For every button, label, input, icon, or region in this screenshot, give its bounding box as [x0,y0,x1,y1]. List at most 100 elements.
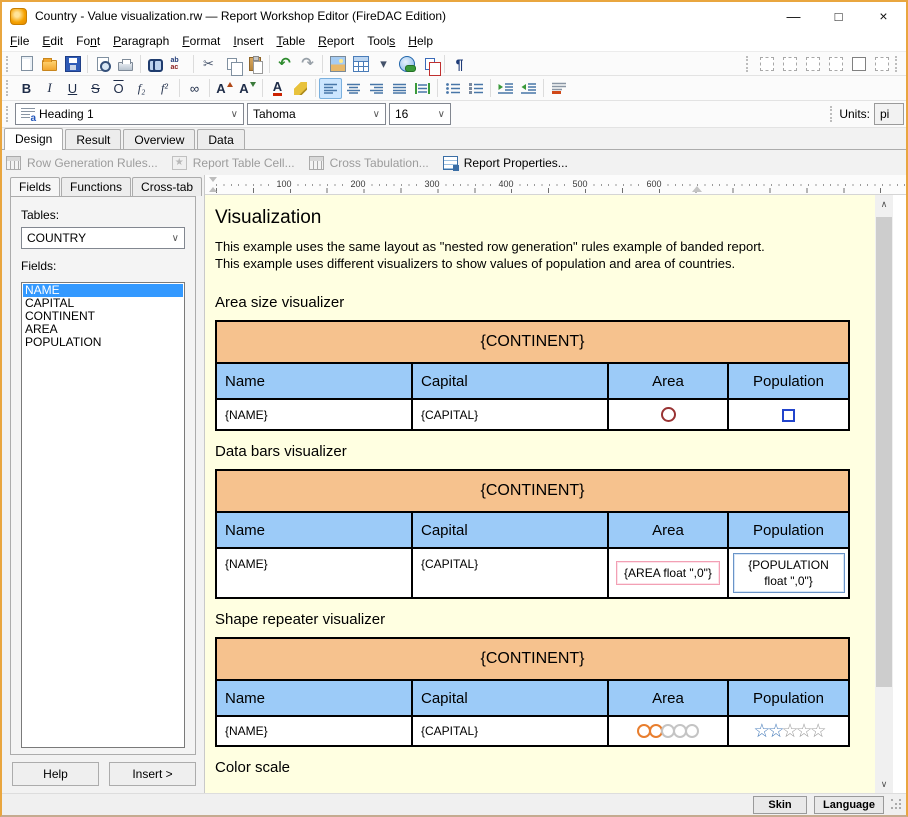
fit-width-button[interactable] [411,78,434,99]
toolbar-grip[interactable] [6,106,11,122]
language-button[interactable]: Language [814,796,884,814]
population-size-visualizer-cell[interactable] [728,399,849,430]
header-cell-capital[interactable]: Capital [412,680,608,716]
right-indent-marker[interactable] [692,186,702,192]
population-data-bar-cell[interactable]: {POPULATION float ",0"} [728,548,849,598]
redo-button[interactable]: ↷ [296,53,319,74]
underline-button[interactable]: U [61,78,84,99]
menu-insert[interactable]: Insert [233,31,272,51]
font-name-combo[interactable]: Tahoma ∨ [247,103,386,125]
header-cell-population[interactable]: Population [728,512,849,548]
close-button[interactable]: × [861,2,906,30]
subscript-button[interactable]: f₂ [130,78,153,99]
new-document-button[interactable] [15,53,38,74]
copy-special-button[interactable] [418,53,441,74]
toolbar-grip[interactable] [895,56,900,72]
paragraph-shading-button[interactable] [547,78,570,99]
border-preset-5-button[interactable] [847,53,870,74]
toolbar-grip[interactable] [830,106,835,122]
scroll-down-button[interactable]: ∨ [875,775,893,793]
border-preset-3-button[interactable] [801,53,824,74]
header-cell-name[interactable]: Name [216,363,412,399]
border-preset-6-button[interactable] [870,53,893,74]
shape-repeater-table[interactable]: {CONTINENT} Name Capital Area Population… [215,637,850,747]
row-generation-rules-button[interactable]: Row Generation Rules... [6,156,158,170]
doc-heading-data-bars[interactable]: Data bars visualizer [215,443,875,460]
cut-button[interactable]: ✂ [197,53,220,74]
doc-intro-line-2[interactable]: This example uses different visualizers … [215,255,875,272]
maximize-button[interactable]: □ [816,2,861,30]
italic-button[interactable]: I [38,78,61,99]
undo-button[interactable]: ↶ [273,53,296,74]
header-cell-population[interactable]: Population [728,680,849,716]
print-preview-button[interactable] [91,53,114,74]
paragraph-style-combo[interactable]: a Heading 1 ∨ [15,103,244,125]
data-cell-name[interactable]: {NAME} [216,548,412,598]
area-size-table[interactable]: {CONTINENT} Name Capital Area Population… [215,320,850,431]
data-cell-capital[interactable]: {CAPITAL} [412,548,608,598]
open-button[interactable] [38,53,61,74]
tab-fields[interactable]: Fields [10,177,60,197]
print-button[interactable] [114,53,137,74]
grow-font-button[interactable]: A [213,78,236,99]
continent-group-cell[interactable]: {CONTINENT} [216,638,849,680]
header-cell-area[interactable]: Area [608,680,728,716]
doc-heading-area-size[interactable]: Area size visualizer [215,294,875,311]
report-properties-button[interactable]: Report Properties... [443,156,568,170]
document-page[interactable]: Visualization This example uses the same… [205,195,875,793]
bold-button[interactable]: B [15,78,38,99]
tab-cross-tab[interactable]: Cross-tab [132,177,202,196]
show-formatting-button[interactable]: ¶ [448,53,471,74]
menu-table[interactable]: Table [276,31,314,51]
insert-table-dropdown[interactable]: ▾ [372,53,395,74]
cross-tabulation-button[interactable]: Cross Tabulation... [309,156,429,170]
font-color-button[interactable]: A [266,78,289,99]
tab-design[interactable]: Design [4,128,63,150]
replace-button[interactable]: ab ac [167,53,190,74]
data-cell-capital[interactable]: {CAPITAL} [412,399,608,430]
scrollbar-thumb[interactable] [876,217,892,687]
align-justify-button[interactable] [388,78,411,99]
highlight-button[interactable] [289,78,312,99]
shrink-font-button[interactable]: A [236,78,259,99]
vertical-scrollbar[interactable]: ∧ ∨ [875,195,893,793]
header-cell-name[interactable]: Name [216,512,412,548]
left-indent-marker[interactable] [209,187,217,192]
tables-combo[interactable]: COUNTRY ∨ [21,227,185,249]
doc-intro-line-1[interactable]: This example uses the same layout as "ne… [215,238,875,255]
menu-tools[interactable]: Tools [367,31,404,51]
header-cell-population[interactable]: Population [728,363,849,399]
header-cell-area[interactable]: Area [608,512,728,548]
toolbar-grip[interactable] [6,56,11,72]
report-table-cell-button[interactable]: ★ Report Table Cell... [172,156,295,170]
area-size-visualizer-cell[interactable] [608,399,728,430]
doc-heading-shape-repeater[interactable]: Shape repeater visualizer [215,611,875,628]
continent-group-cell[interactable]: {CONTINENT} [216,321,849,363]
tab-overview[interactable]: Overview [123,129,195,149]
border-preset-4-button[interactable] [824,53,847,74]
header-cell-capital[interactable]: Capital [412,363,608,399]
menu-help[interactable]: Help [408,31,442,51]
increase-indent-button[interactable] [517,78,540,99]
find-button[interactable] [144,53,167,74]
align-center-button[interactable] [342,78,365,99]
menu-edit[interactable]: Edit [42,31,72,51]
tab-data[interactable]: Data [197,129,244,149]
insert-image-button[interactable] [326,53,349,74]
menu-format[interactable]: Format [182,31,229,51]
header-cell-name[interactable]: Name [216,680,412,716]
character-spacing-button[interactable]: ∞ [183,78,206,99]
tab-functions[interactable]: Functions [61,177,131,196]
doc-heading-visualization[interactable]: Visualization [215,207,875,229]
data-cell-capital[interactable]: {CAPITAL} [412,716,608,746]
bullet-list-button[interactable] [441,78,464,99]
menu-paragraph[interactable]: Paragraph [113,31,178,51]
hyperlink-button[interactable] [395,53,418,74]
align-right-button[interactable] [365,78,388,99]
header-cell-area[interactable]: Area [608,363,728,399]
decrease-indent-button[interactable] [494,78,517,99]
minimize-button[interactable]: — [771,2,816,30]
paste-button[interactable] [243,53,266,74]
first-line-indent-marker[interactable] [209,177,217,182]
toolbar-grip[interactable] [746,56,751,72]
